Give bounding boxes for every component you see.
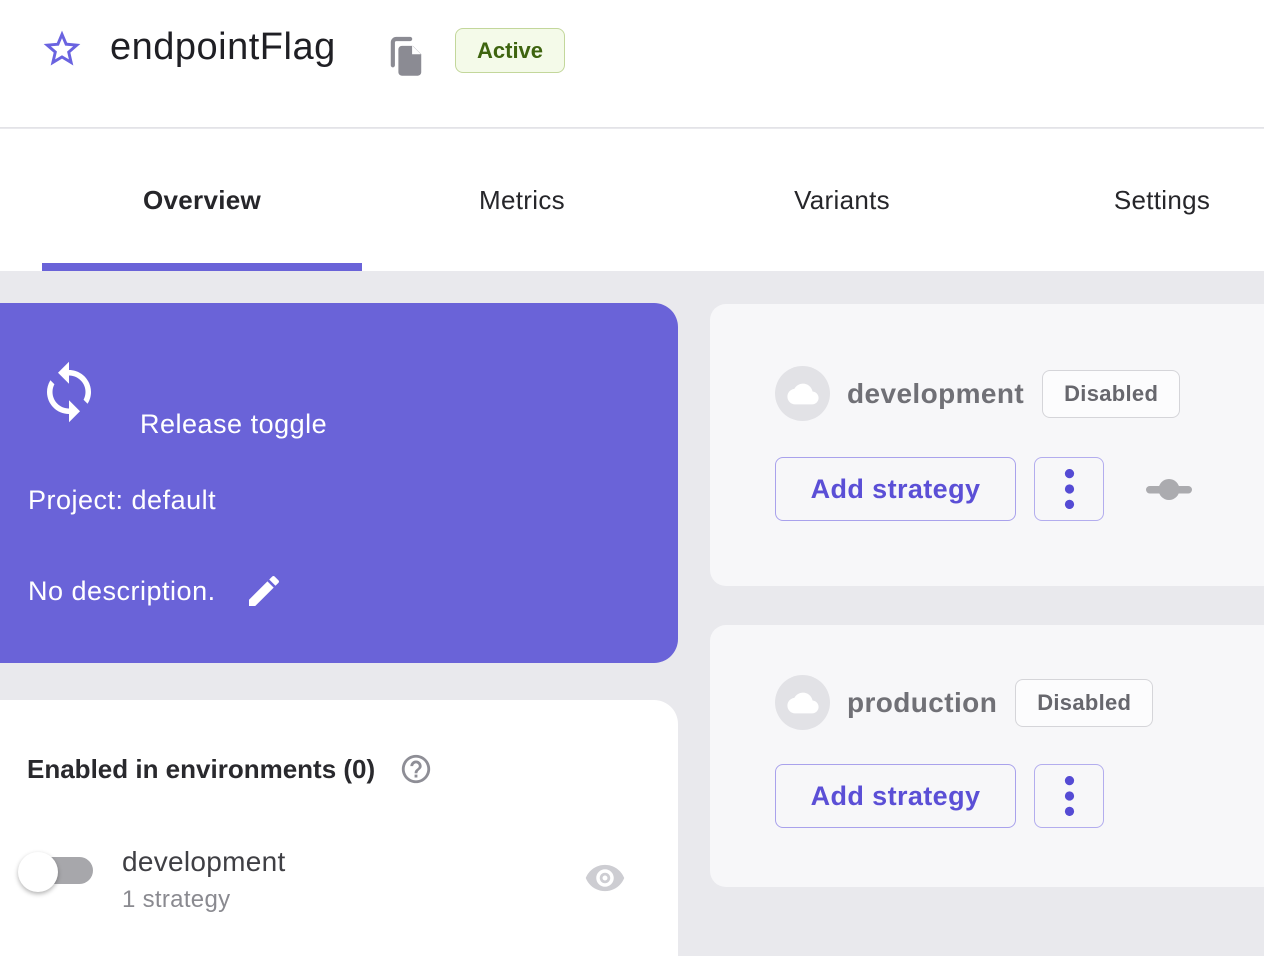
active-tab-indicator [42,263,362,271]
environment-card-name: development [847,378,1024,410]
feature-tabbar: Overview Metrics Variants Settings [0,129,1264,271]
cloud-icon [775,366,830,421]
copy-icon[interactable] [388,34,424,80]
environment-card-production: production Disabled Add strategy [710,625,1264,887]
favorite-star-icon[interactable] [40,27,84,71]
help-circle-icon[interactable] [399,752,433,786]
add-strategy-button[interactable]: Add strategy [775,457,1016,521]
page-title: endpointFlag [110,26,336,69]
environment-status-badge: Disabled [1015,679,1153,727]
cloud-icon [775,675,830,730]
status-badge: Active [455,28,565,73]
environment-row-text: development 1 strategy [122,846,286,914]
environment-toggle-icon[interactable] [1146,477,1192,502]
eye-icon[interactable] [584,860,626,896]
switch-thumb [18,852,58,892]
add-strategy-button[interactable]: Add strategy [775,764,1016,828]
environment-name: development [122,846,286,878]
overview-content: Release toggle Project: default No descr… [0,271,1264,956]
feature-flag-page: endpointFlag Active Overview Metrics Var… [0,0,1264,956]
environment-card-actions: Add strategy [775,764,1264,828]
tab-metrics[interactable]: Metrics [362,129,682,271]
pencil-icon[interactable] [244,571,284,611]
environment-card-header: development Disabled [775,304,1264,421]
enabled-environments-card: Enabled in environments (0) development … [0,700,678,956]
flag-info-card: Release toggle Project: default No descr… [0,303,678,663]
kebab-menu-icon[interactable] [1034,457,1104,521]
enabled-heading: Enabled in environments (0) [27,754,375,785]
tab-variants[interactable]: Variants [682,129,1002,271]
flag-description-label: No description. [28,576,216,607]
kebab-menu-icon[interactable] [1034,764,1104,828]
environment-row-development: development 1 strategy [18,846,286,914]
flag-type-label: Release toggle [140,409,327,440]
environment-toggle-switch[interactable] [18,846,94,894]
environment-card-actions: Add strategy [775,457,1264,521]
tab-overview[interactable]: Overview [42,129,362,271]
environment-card-header: production Disabled [775,625,1264,730]
page-header: endpointFlag Active [0,0,1264,128]
environment-strategy-count: 1 strategy [122,886,286,914]
flag-description-row: No description. [28,571,284,611]
environment-card-name: production [847,687,997,719]
environment-status-badge: Disabled [1042,370,1180,418]
environment-card-development: development Disabled Add strategy [710,304,1264,586]
flag-project-label: Project: default [28,485,216,516]
enabled-heading-row: Enabled in environments (0) [27,752,433,786]
sync-arrows-icon [36,359,102,425]
tab-settings[interactable]: Settings [1002,129,1264,271]
tab-list: Overview Metrics Variants Settings [42,129,1264,271]
